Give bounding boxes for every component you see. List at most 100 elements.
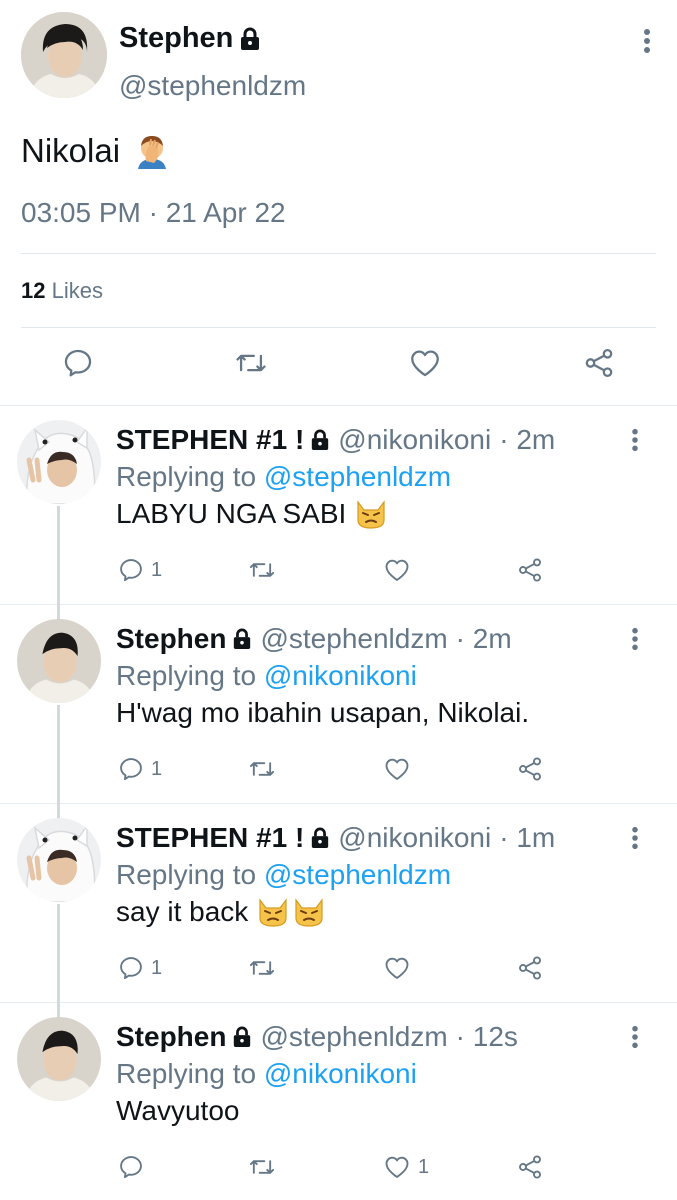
reply-time[interactable]: · 2m	[456, 623, 512, 655]
share-icon[interactable]	[515, 556, 545, 584]
tweet-text-content: Nikolai	[21, 132, 121, 169]
replying-to: Replying to @stephenldzm	[116, 859, 451, 891]
replying-prefix: Replying to	[116, 859, 257, 890]
mention-link[interactable]: @nikonikoni	[264, 660, 417, 691]
pouting-cat-emoji-icon	[292, 896, 326, 928]
lock-icon	[310, 827, 330, 849]
share-icon[interactable]	[515, 755, 545, 783]
main-tweet: Stephen @stephenldzm Nikolai 03:05 PM · …	[0, 0, 677, 406]
reply-tweet[interactable]: Stephen @stephenldzm · 2m Replying to @n…	[0, 605, 677, 819]
reply-text-content: Wavyutoo	[116, 1095, 240, 1126]
reply-actions: 1	[0, 1153, 677, 1183]
reply-time[interactable]: · 2m	[499, 424, 555, 456]
tweet-timestamp[interactable]: 03:05 PM · 21 Apr 22	[21, 197, 286, 229]
share-icon[interactable]	[515, 954, 545, 982]
author-handle[interactable]: @nikonikoni	[338, 424, 491, 456]
replying-prefix: Replying to	[116, 660, 257, 691]
author-handle[interactable]: @stephenldzm	[260, 623, 447, 655]
reply-text: say it back	[116, 896, 326, 928]
avatar[interactable]	[17, 1017, 101, 1101]
reply-tweet[interactable]: STEPHEN #1 ! @nikonikoni · 2m Replying t…	[0, 406, 677, 620]
retweet-icon[interactable]	[247, 954, 277, 982]
reply-text: LABYU NGA SABI	[116, 498, 388, 530]
lock-icon	[239, 27, 261, 51]
share-icon[interactable]	[581, 346, 617, 380]
share-icon[interactable]	[515, 1153, 545, 1181]
mention-link[interactable]: @nikonikoni	[264, 1058, 417, 1089]
author-name-text: Stephen	[119, 22, 234, 54]
replying-to: Replying to @stephenldzm	[116, 461, 451, 493]
author-handle[interactable]: @stephenldzm	[119, 70, 306, 102]
like-icon[interactable]: 1	[382, 1153, 429, 1181]
retweet-icon[interactable]	[233, 346, 269, 380]
author-handle[interactable]: @stephenldzm	[260, 1021, 447, 1053]
author-name[interactable]: Stephen	[116, 1021, 226, 1053]
like-icon[interactable]	[407, 346, 443, 380]
reply-text-content: LABYU NGA SABI	[116, 498, 347, 529]
replying-prefix: Replying to	[116, 461, 257, 492]
avatar[interactable]	[21, 12, 107, 98]
like-count: 1	[418, 1155, 430, 1178]
more-options-icon[interactable]	[643, 28, 651, 54]
mention-link[interactable]: @stephenldzm	[264, 461, 451, 492]
reply-actions: 1	[0, 755, 677, 785]
reply-time[interactable]: · 12s	[456, 1021, 518, 1053]
reply-header: STEPHEN #1 ! @nikonikoni · 1m	[116, 822, 555, 854]
reply-icon[interactable]: 1	[117, 954, 162, 982]
replying-prefix: Replying to	[116, 1058, 257, 1089]
replying-to: Replying to @nikonikoni	[116, 660, 417, 692]
reply-count: 1	[151, 956, 163, 979]
reply-time[interactable]: · 1m	[499, 822, 555, 854]
likes-count: 12	[21, 278, 46, 303]
like-icon[interactable]	[382, 556, 418, 584]
reply-header: Stephen @stephenldzm · 2m	[116, 623, 512, 655]
retweet-icon[interactable]	[247, 755, 277, 783]
like-icon[interactable]	[382, 755, 418, 783]
reply-tweet[interactable]: Stephen @stephenldzm · 12s Replying to @…	[0, 1003, 677, 1200]
author-name[interactable]: STEPHEN #1 !	[116, 822, 304, 854]
mention-link[interactable]: @stephenldzm	[264, 859, 451, 890]
avatar[interactable]	[17, 420, 101, 504]
tweet-text: Nikolai	[21, 131, 172, 171]
reply-text: H'wag mo ibahin usapan, Nikolai.	[116, 697, 529, 729]
reply-header: STEPHEN #1 ! @nikonikoni · 2m	[116, 424, 555, 456]
reply-text-content: H'wag mo ibahin usapan, Nikolai.	[116, 697, 530, 728]
reply-header: Stephen @stephenldzm · 12s	[116, 1021, 518, 1053]
pouting-cat-emoji-icon	[256, 896, 290, 928]
reply-icon[interactable]: 1	[117, 556, 162, 584]
more-options-icon[interactable]	[631, 826, 639, 850]
replying-to: Replying to @nikonikoni	[116, 1058, 417, 1090]
divider	[21, 327, 656, 328]
lock-icon	[310, 429, 330, 451]
pouting-cat-emoji-icon	[354, 498, 388, 530]
reply-icon[interactable]	[117, 1153, 151, 1181]
lock-icon	[232, 1026, 252, 1048]
retweet-icon[interactable]	[247, 556, 277, 584]
reply-tweet[interactable]: STEPHEN #1 ! @nikonikoni · 1m Replying t…	[0, 804, 677, 1018]
author-name[interactable]: Stephen	[119, 22, 261, 55]
retweet-icon[interactable]	[247, 1153, 277, 1181]
facepalm-emoji-icon	[132, 131, 172, 171]
reply-count: 1	[151, 558, 163, 581]
reply-text-content: say it back	[116, 896, 249, 927]
more-options-icon[interactable]	[631, 1025, 639, 1049]
reply-icon[interactable]: 1	[117, 755, 162, 783]
reply-count: 1	[151, 757, 163, 780]
reply-actions: 1	[0, 556, 677, 586]
likes-stat[interactable]: 12 Likes	[21, 278, 103, 304]
avatar[interactable]	[17, 619, 101, 703]
reply-text: Wavyutoo	[116, 1095, 239, 1127]
likes-label: Likes	[51, 278, 103, 303]
reply-icon[interactable]	[61, 346, 95, 380]
tweet-actions	[0, 346, 677, 390]
lock-icon	[232, 628, 252, 650]
more-options-icon[interactable]	[631, 627, 639, 651]
divider	[21, 253, 656, 254]
author-handle[interactable]: @nikonikoni	[338, 822, 491, 854]
reply-actions: 1	[0, 954, 677, 984]
author-name[interactable]: Stephen	[116, 623, 226, 655]
like-icon[interactable]	[382, 954, 418, 982]
avatar[interactable]	[17, 818, 101, 902]
more-options-icon[interactable]	[631, 428, 639, 452]
author-name[interactable]: STEPHEN #1 !	[116, 424, 304, 456]
